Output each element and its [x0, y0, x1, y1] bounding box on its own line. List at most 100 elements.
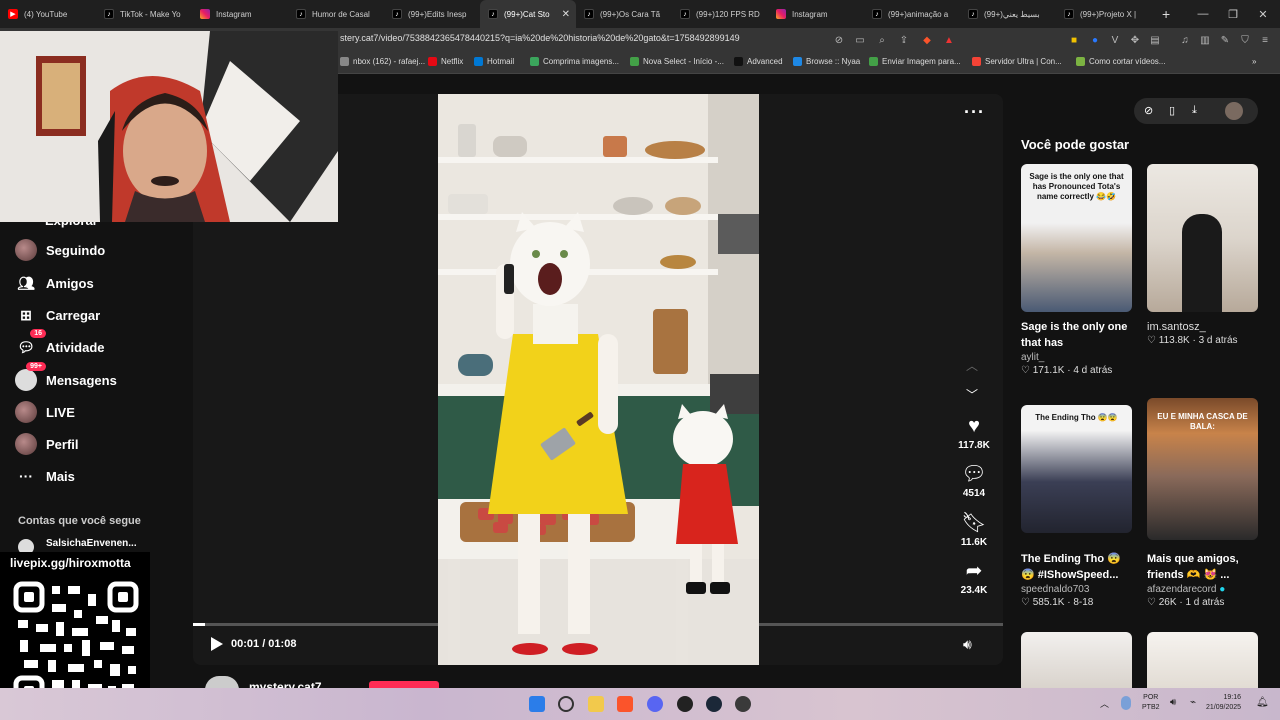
suggestion-thumbnail[interactable] [1021, 632, 1132, 688]
bookmark-item[interactable]: Browse :: Nyaa [793, 57, 860, 66]
bookmark-item[interactable]: Advanced [734, 57, 783, 66]
suggestion-caption[interactable]: Sage is the only one that has Pronounce.… [1021, 319, 1132, 351]
browser-tab[interactable]: ♪ (99+)animação a [864, 0, 960, 28]
discord-icon[interactable] [647, 696, 663, 712]
sidebar-toggle-icon[interactable]: ▤ [1148, 33, 1162, 47]
suggestion-card[interactable]: Sage is the only one that has Pronounced… [1021, 164, 1132, 376]
volume-tray-icon[interactable]: 🔊︎ [1170, 697, 1176, 708]
brave-browser-icon[interactable] [617, 696, 633, 712]
sidebar-item-atividade[interactable]: 💬︎ 16 Atividade [14, 329, 105, 360]
extensions-puzzle-icon[interactable]: ✥ [1128, 33, 1142, 47]
share-button[interactable]: ➦ 23.4K [954, 559, 994, 596]
author-name[interactable]: mystery.cat7 [249, 680, 322, 688]
zoom-icon[interactable]: ⌕ [875, 33, 889, 47]
save-button[interactable]: 🔖︎ 11.6K [954, 511, 994, 548]
notifications-icon[interactable]: 🔔︎ [1256, 697, 1269, 708]
suggestion-card[interactable]: im.santosz_ ♡ 113.8K · 3 d atrás [1147, 164, 1258, 346]
url-field[interactable]: stery.cat7/video/7538842365478440215?q=i… [340, 33, 740, 43]
extension-icon[interactable]: ⊘ [832, 33, 846, 47]
follow-button[interactable] [369, 681, 439, 688]
minimize-icon[interactable]: — [1188, 0, 1218, 28]
previous-video-icon[interactable]: ︿ [966, 357, 978, 374]
search-icon[interactable] [558, 696, 574, 712]
following-account[interactable]: SalsichaEnvenen... [46, 538, 137, 549]
bookmark-item[interactable]: Como cortar vídeos... [1076, 57, 1165, 66]
close-window-icon[interactable]: ✕ [1248, 0, 1278, 28]
restore-icon[interactable]: ❐ [1218, 0, 1248, 28]
browser-tab[interactable]: ▶ (4) YouTube [0, 0, 96, 28]
browser-tab[interactable]: ♪ (99+)120 FPS RD [672, 0, 768, 28]
tray-app-icon[interactable] [1121, 696, 1131, 710]
close-tab-icon[interactable]: ✕ [562, 9, 570, 20]
start-icon[interactable] [529, 696, 545, 712]
browser-tab[interactable]: ♪ (99+)Os Cara Tã [576, 0, 672, 28]
bookmark-item[interactable]: Comprima imagens... [530, 57, 619, 66]
tray-chevron-icon[interactable]: ︿ [1100, 697, 1109, 710]
video-frame[interactable] [438, 94, 759, 665]
app-icon[interactable] [735, 696, 751, 712]
browser-tab[interactable]: Instagram [768, 0, 864, 28]
more-options-icon[interactable]: ··· [964, 102, 985, 123]
browser-tab[interactable]: ♪ (99+)Projeto X | [1056, 0, 1152, 28]
bookmark-item[interactable]: Hotmail [474, 57, 514, 66]
suggestion-author[interactable]: aylit_ [1021, 352, 1132, 363]
phone-icon[interactable]: ▯ [1169, 104, 1175, 117]
bookmark-item[interactable]: Servidor Ultra | Con... [972, 57, 1062, 66]
suggestion-thumbnail[interactable]: The Ending Tho 😨😨 [1021, 405, 1132, 533]
suggestion-caption[interactable]: The Ending Tho 😨 😨 #IShowSpeed... [1021, 551, 1132, 583]
suggestion-thumbnail[interactable]: EU E MINHA CASCA DE BALA: [1147, 398, 1258, 540]
like-button[interactable]: ♥ 117.8K [954, 414, 994, 451]
brave-shield-icon[interactable]: ◆ [920, 33, 934, 47]
sidebar-item-seguindo[interactable]: Seguindo [14, 237, 105, 263]
browser-tab[interactable]: ♪ TikTok - Make Yo [96, 0, 192, 28]
file-explorer-icon[interactable] [588, 696, 604, 712]
sidebar-item-live[interactable]: LIVE [14, 399, 75, 425]
suggestion-thumbnail[interactable] [1147, 632, 1258, 688]
profile-avatar[interactable] [1225, 102, 1243, 120]
next-video-icon[interactable]: ﹀ [966, 386, 978, 403]
cast-icon[interactable]: ▭ [853, 33, 867, 47]
network-icon[interactable]: ⌁ [1190, 697, 1196, 708]
bookmarks-overflow-icon[interactable]: » [1252, 57, 1256, 66]
volume-icon[interactable]: 🔊︎ [963, 636, 972, 653]
new-tab-button[interactable]: + [1162, 6, 1170, 22]
suggestion-thumbnail[interactable]: Sage is the only one that has Pronounced… [1021, 164, 1132, 312]
brave-rewards-icon[interactable]: ▲ [942, 33, 956, 47]
suggestion-card[interactable]: EU E MINHA CASCA DE BALA: Mais que amigo… [1147, 398, 1258, 608]
suggestion-thumbnail[interactable] [1147, 164, 1258, 312]
suggestion-author[interactable]: afazendarecord ● [1147, 584, 1258, 595]
clock[interactable]: 19:16 21/09/2025 [1206, 693, 1241, 713]
comment-button[interactable]: 💬︎ 4514 [954, 462, 994, 499]
browser-tab[interactable]: ♪ Humor de Casal [288, 0, 384, 28]
suggestion-card[interactable]: The Ending Tho 😨😨 The Ending Tho 😨 😨 #IS… [1021, 405, 1132, 608]
bookmarks-icon[interactable]: ✎ [1218, 33, 1232, 47]
bookmark-item[interactable]: Netflix [428, 57, 463, 66]
keyboard-language[interactable]: POR PTB2 [1142, 693, 1160, 713]
sidebar-item-perfil[interactable]: Perfil [14, 431, 79, 457]
vpn-shield-icon[interactable]: ⛉ [1238, 33, 1252, 47]
media-icon[interactable]: ♫ [1178, 33, 1192, 47]
suggestion-caption[interactable]: Mais que amigos, friends 🫶 😻 ... [1147, 551, 1258, 583]
sidebar-item-mais[interactable]: ··· Mais [14, 463, 75, 489]
play-icon[interactable] [211, 637, 223, 651]
download-icon[interactable]: ⤓ [1192, 104, 1197, 117]
menu-icon[interactable]: ≡ [1258, 33, 1272, 47]
extension-wallet-icon[interactable]: ■ [1067, 33, 1081, 47]
share-page-icon[interactable]: ⇪ [897, 33, 911, 47]
sidebar-item-amigos[interactable]: 👥︎ Amigos [14, 270, 94, 296]
browser-tab[interactable]: ♪ (99+)Cat Sto ✕ [480, 0, 576, 28]
browser-tab[interactable]: ♪ (99+)Edits Inesp [384, 0, 480, 28]
bookmark-item[interactable]: nbox (162) - rafaej... [340, 57, 425, 66]
browser-tab[interactable]: Instagram [192, 0, 288, 28]
extension-blue-icon[interactable]: ● [1088, 33, 1102, 47]
sidebar-item-carregar[interactable]: ⊞ Carregar [14, 302, 100, 328]
suggestion-author[interactable]: speednaldo703 [1021, 584, 1132, 595]
split-view-icon[interactable]: ▥ [1198, 33, 1212, 47]
coin-icon[interactable]: ⊘ [1144, 104, 1153, 117]
browser-tab[interactable]: ♪ (99+)بسيط يعني [960, 0, 1056, 28]
bookmark-item[interactable]: Enviar Imagem para... [869, 57, 961, 66]
obs-icon[interactable] [677, 696, 693, 712]
steam-icon[interactable] [706, 696, 722, 712]
bookmark-item[interactable]: Nova Select - Início -... [630, 57, 724, 66]
sidebar-item-mensagens[interactable]: 99+ Mensagens [14, 362, 117, 393]
